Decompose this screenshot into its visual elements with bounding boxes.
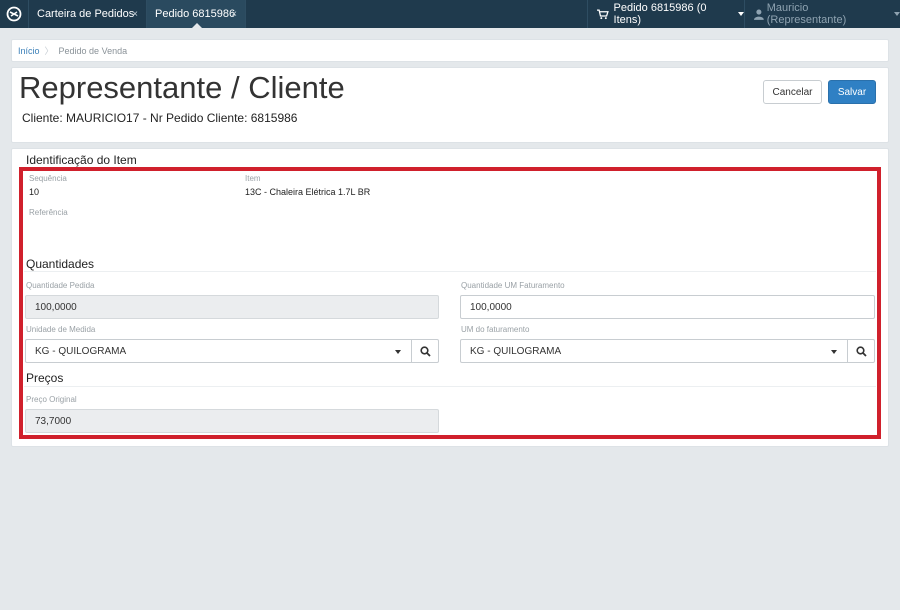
search-icon <box>419 345 431 357</box>
close-icon[interactable]: × <box>231 9 237 20</box>
item-value: 13C - Chaleira Elétrica 1.7L BR <box>245 187 371 197</box>
close-icon[interactable]: × <box>132 9 138 20</box>
tab-carteira-de-pedidos[interactable]: Carteira de Pedidos × <box>28 0 146 28</box>
breadcrumb-home-link[interactable]: Início <box>18 46 40 56</box>
section-title-identificacao: Identificação do Item <box>26 153 137 167</box>
billing-unit-select[interactable]: KG - QUILOGRAMA <box>460 339 848 363</box>
unit-label: Unidade de Medida <box>26 325 96 334</box>
user-label: Mauricio (Representante) <box>766 2 847 26</box>
section-title-quantidades: Quantidades <box>26 257 95 271</box>
tab-label: Carteira de Pedidos <box>37 8 135 20</box>
divider <box>24 386 876 387</box>
breadcrumb: Início 〉 Pedido de Venda <box>11 39 889 62</box>
user-menu[interactable]: Mauricio (Representante) <box>746 0 900 28</box>
original-price-field: 73,7000 <box>25 409 439 433</box>
billing-unit-label: UM do faturamento <box>461 325 530 334</box>
chevron-down-icon <box>894 12 900 16</box>
qty-billing-field[interactable]: 100,0000 <box>460 295 875 319</box>
chevron-down-icon <box>831 350 837 354</box>
page-header: Representante / Cliente Cliente: MAURICI… <box>11 67 889 143</box>
page-title: Representante / Cliente <box>19 70 345 105</box>
qty-ordered-field: 100,0000 <box>25 295 439 319</box>
divider <box>22 167 878 168</box>
qty-ordered-label: Quantidade Pedida <box>26 281 95 290</box>
user-icon <box>754 9 764 20</box>
tab-pedido[interactable]: Pedido 6815986 × <box>146 0 246 29</box>
chevron-down-icon <box>738 12 744 16</box>
breadcrumb-separator: 〉 <box>44 46 54 56</box>
unit-search-button[interactable] <box>411 339 439 363</box>
cart-dropdown[interactable]: Pedido 6815986 (0 Itens) <box>587 0 745 28</box>
cart-label: Pedido 6815986 (0 Itens) <box>613 2 707 26</box>
tab-label: Pedido 6815986 <box>155 8 236 20</box>
breadcrumb-current: Pedido de Venda <box>58 45 128 56</box>
search-icon <box>855 345 867 357</box>
app-logo-icon[interactable] <box>0 0 28 28</box>
unit-select-value: KG - QUILOGRAMA <box>35 345 127 357</box>
qty-billing-label: Quantidade UM Faturamento <box>461 281 565 290</box>
sequence-label: Sequência <box>29 174 67 183</box>
page-subtitle: Cliente: MAURICIO17 - Nr Pedido Cliente:… <box>22 111 298 125</box>
top-navbar: Carteira de Pedidos × Pedido 6815986 × P… <box>0 0 900 29</box>
unit-select[interactable]: KG - QUILOGRAMA <box>25 339 412 363</box>
save-button[interactable]: Salvar <box>828 80 876 104</box>
original-price-label: Preço Original <box>26 395 77 404</box>
sequence-value: 10 <box>29 187 40 197</box>
billing-unit-search-button[interactable] <box>847 339 875 363</box>
cart-icon <box>597 9 609 19</box>
section-title-precos: Preços <box>26 371 64 385</box>
divider <box>24 271 876 272</box>
billing-unit-select-value: KG - QUILOGRAMA <box>470 345 562 357</box>
chevron-down-icon <box>395 350 401 354</box>
reference-label: Referência <box>29 208 68 217</box>
item-label: Item <box>245 174 261 183</box>
cancel-button[interactable]: Cancelar <box>763 80 822 104</box>
